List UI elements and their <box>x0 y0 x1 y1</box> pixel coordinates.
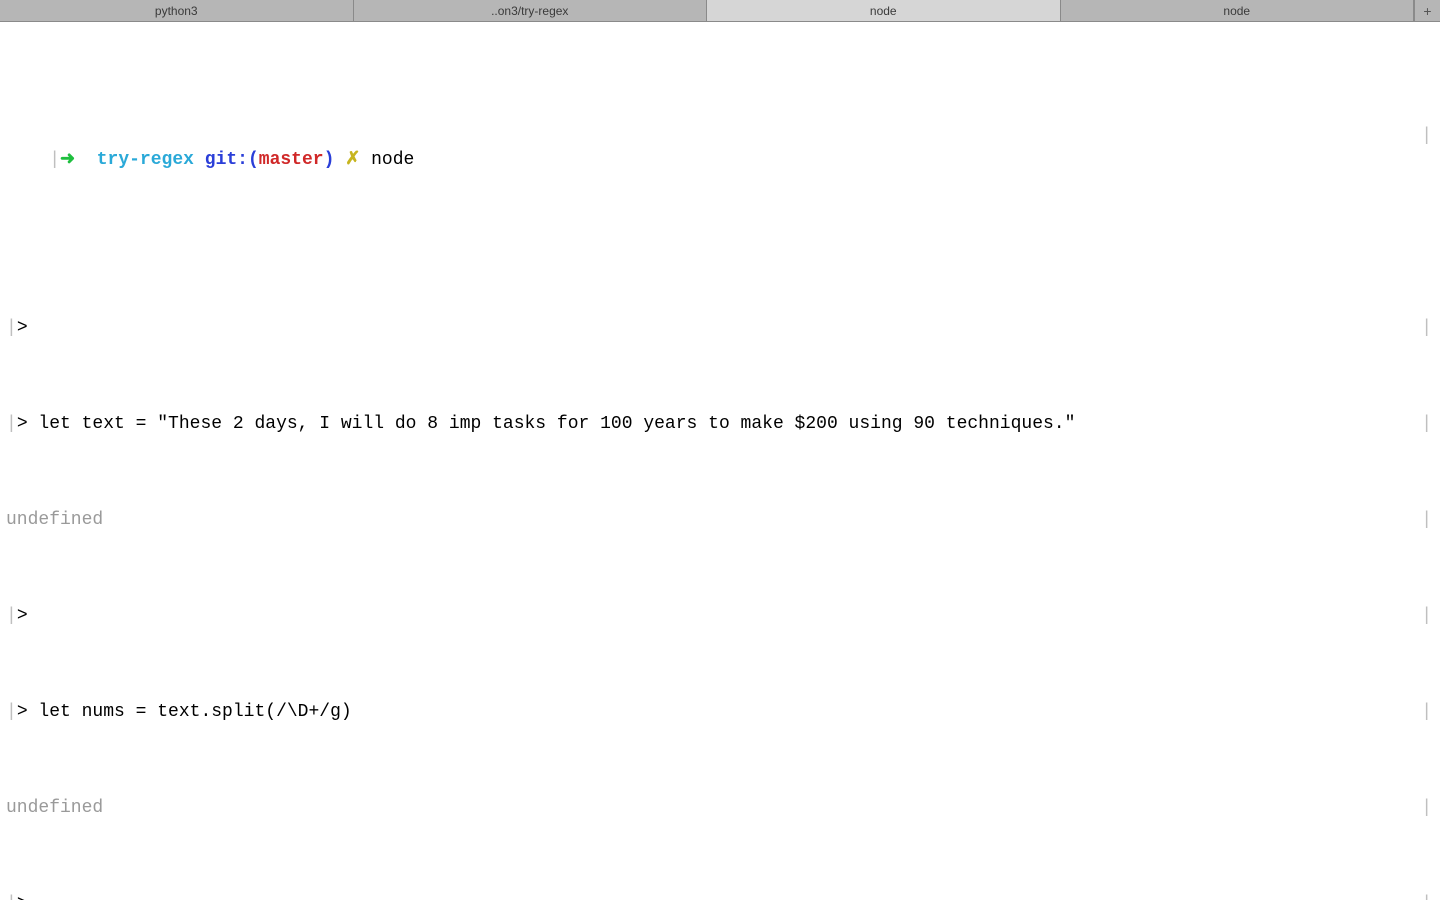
prompt-git-branch: master <box>259 150 324 170</box>
left-margin-bar: | <box>6 318 17 338</box>
undefined-output: undefined <box>6 798 103 818</box>
repl-prompt: > <box>17 318 28 338</box>
left-margin-bar: | <box>6 894 17 900</box>
right-margin-bar: | <box>1421 892 1432 900</box>
repl-output: undefined | <box>6 796 1432 820</box>
right-margin-bar: | <box>1421 604 1432 628</box>
right-margin-bar: | <box>1421 508 1432 532</box>
right-margin-bar: | <box>1421 316 1432 340</box>
right-margin-bar: | <box>1421 412 1432 436</box>
tab-label: node <box>870 0 897 23</box>
terminal-viewport[interactable]: |➜ try-regex git:(master) ✗ node | |>| |… <box>0 22 1440 900</box>
tab-node-2[interactable]: node <box>1061 0 1415 21</box>
right-margin-bar: | <box>1421 124 1432 148</box>
tab-bar: python3 ..on3/try-regex node node + <box>0 0 1440 22</box>
new-tab-button[interactable]: + <box>1414 0 1440 21</box>
prompt-command: node <box>371 150 414 170</box>
prompt-directory: try-regex <box>97 150 194 170</box>
prompt-dirty-icon: ✗ <box>345 150 360 170</box>
right-margin-bar: | <box>1421 700 1432 724</box>
repl-line: |> let nums = text.split(/\D+/g)| <box>6 700 1432 724</box>
repl-prompt: > <box>17 606 28 626</box>
plus-icon: + <box>1423 0 1431 23</box>
repl-line: |>| <box>6 892 1432 900</box>
tab-node-active[interactable]: node <box>707 0 1061 21</box>
code-text: let text = "These 2 days, I will do 8 im… <box>28 414 1076 434</box>
repl-line: |>| <box>6 316 1432 340</box>
repl-prompt: > <box>17 894 28 900</box>
left-margin-bar: | <box>6 414 17 434</box>
tab-try-regex[interactable]: ..on3/try-regex <box>354 0 708 21</box>
left-margin-bar: | <box>6 702 17 722</box>
shell-prompt-line: |➜ try-regex git:(master) ✗ node | <box>6 124 1432 220</box>
prompt-git-close: ) <box>324 150 335 170</box>
prompt-git-label: git:( <box>205 150 259 170</box>
repl-prompt: > <box>17 702 28 722</box>
repl-prompt: > <box>17 414 28 434</box>
repl-line: |>| <box>6 604 1432 628</box>
code-text: let nums = text.split(/\D+/g) <box>28 702 352 722</box>
tab-python3[interactable]: python3 <box>0 0 354 21</box>
left-margin-bar: | <box>6 606 17 626</box>
prompt-arrow-icon: ➜ <box>60 150 75 170</box>
repl-line: |> let text = "These 2 days, I will do 8… <box>6 412 1432 436</box>
undefined-output: undefined <box>6 510 103 530</box>
right-margin-bar: | <box>1421 796 1432 820</box>
left-margin-bar: | <box>49 150 60 170</box>
tab-label: ..on3/try-regex <box>491 0 568 23</box>
tab-label: node <box>1223 0 1250 23</box>
repl-output: undefined | <box>6 508 1432 532</box>
tab-label: python3 <box>155 0 198 23</box>
